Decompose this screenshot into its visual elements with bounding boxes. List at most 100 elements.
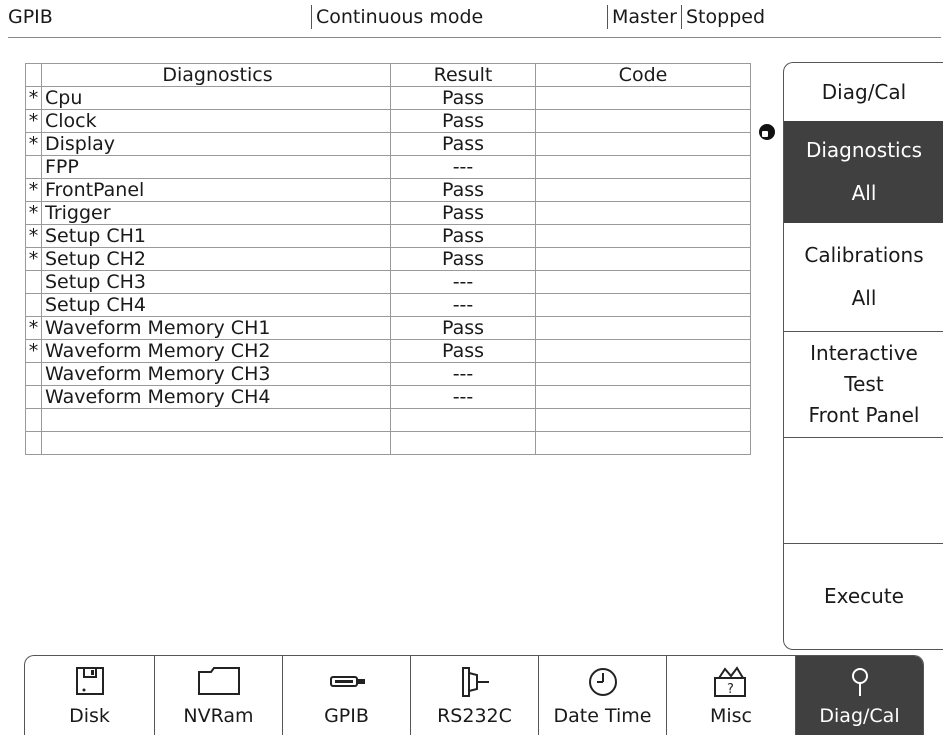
row-result: Pass <box>390 178 536 202</box>
row-result <box>390 431 536 455</box>
row-status-mark <box>25 293 42 317</box>
header-result: Result <box>390 63 536 87</box>
tab-rs232c[interactable]: RS232C <box>411 656 538 735</box>
row-status-mark: * <box>25 132 42 156</box>
table-row: * Setup CH2 Pass <box>25 247 751 271</box>
row-result: --- <box>390 155 536 179</box>
tab-date-time[interactable]: Date Time <box>539 656 666 735</box>
tab-disk[interactable]: Disk <box>25 656 154 735</box>
row-code <box>535 132 751 156</box>
status-bar: GPIB Continuous mode Master Stopped <box>0 0 943 38</box>
row-test-name: Display <box>41 132 391 156</box>
table-row: * Clock Pass <box>25 109 751 133</box>
tab-misc[interactable]: ? Misc <box>667 656 795 735</box>
tab-nvram[interactable]: NVRam <box>155 656 282 735</box>
tab-gpib-label: GPIB <box>324 705 369 727</box>
tab-misc-label: Misc <box>709 705 753 727</box>
row-status-mark: * <box>25 316 42 340</box>
table-row: * Waveform Memory CH1 Pass <box>25 316 751 340</box>
tab-disk-label: Disk <box>69 705 110 727</box>
row-code <box>535 201 751 225</box>
row-status-mark <box>25 385 42 409</box>
row-status-mark <box>25 270 42 294</box>
row-status-mark <box>25 408 42 432</box>
table-row <box>25 408 751 432</box>
row-test-name: Waveform Memory CH4 <box>41 385 391 409</box>
row-result: Pass <box>390 316 536 340</box>
tab-nvram-label: NVRam <box>183 705 254 727</box>
table-row: * Waveform Memory CH2 Pass <box>25 339 751 363</box>
row-test-name <box>41 431 391 455</box>
header-code: Code <box>535 63 751 87</box>
row-code <box>535 362 751 386</box>
diagnostics-scope-label: All <box>851 181 877 205</box>
table-row <box>25 431 751 455</box>
row-status-mark: * <box>25 339 42 363</box>
row-result: Pass <box>390 339 536 363</box>
row-result: Pass <box>390 132 536 156</box>
status-mode: Continuous mode <box>316 6 484 28</box>
row-test-name: FPP <box>41 155 391 179</box>
interactive-label: Interactive <box>810 341 918 365</box>
probe-icon <box>796 666 923 698</box>
row-code <box>535 339 751 363</box>
row-test-name: Setup CH1 <box>41 224 391 248</box>
row-result: Pass <box>390 109 536 133</box>
row-status-mark: * <box>25 178 42 202</box>
row-test-name: Waveform Memory CH3 <box>41 362 391 386</box>
floppy-disk-icon <box>25 666 154 698</box>
side-menu-title-label: Diag/Cal <box>821 79 907 104</box>
calibrations-scope-label: All <box>851 286 877 310</box>
row-code <box>535 247 751 271</box>
table-row: * Display Pass <box>25 132 751 156</box>
row-result: Pass <box>390 86 536 110</box>
row-code <box>535 408 751 432</box>
row-result: Pass <box>390 247 536 271</box>
gpib-connector-icon <box>283 666 410 698</box>
row-test-name: Cpu <box>41 86 391 110</box>
toolbox-icon: ? <box>667 666 795 698</box>
row-code <box>535 86 751 110</box>
table-row: * Setup CH1 Pass <box>25 224 751 248</box>
tab-date-time-label: Date Time <box>553 705 652 727</box>
diagnostics-table: Diagnostics Result Code * Cpu Pass * Clock Pa… <box>25 63 751 455</box>
clock-icon <box>539 666 666 698</box>
tab-diag-cal[interactable]: Diag/Cal <box>796 656 923 735</box>
table-row: Waveform Memory CH4 --- <box>25 385 751 409</box>
table-row: Waveform Memory CH3 --- <box>25 362 751 386</box>
front-panel-label: Front Panel <box>808 403 920 427</box>
row-code <box>535 155 751 179</box>
execute-button[interactable]: Execute <box>784 544 943 649</box>
folder-icon <box>155 666 282 698</box>
status-divider <box>311 5 312 29</box>
row-result: Pass <box>390 224 536 248</box>
status-interface: GPIB <box>8 6 53 28</box>
table-row: FPP --- <box>25 155 751 179</box>
row-test-name: Setup CH4 <box>41 293 391 317</box>
interactive-test-front-panel-button[interactable]: Interactive Test Front Panel <box>784 332 943 437</box>
table-row: Setup CH3 --- <box>25 270 751 294</box>
tab-gpib[interactable]: GPIB <box>283 656 410 735</box>
row-test-name <box>41 408 391 432</box>
bottom-menu: Disk NVRam GPIB RS232C Date Time ? Misc <box>24 655 924 735</box>
status-divider <box>607 5 608 29</box>
row-status-mark <box>25 431 42 455</box>
row-result: --- <box>390 270 536 294</box>
row-test-name: Setup CH2 <box>41 247 391 271</box>
row-code <box>535 178 751 202</box>
table-row: Setup CH4 --- <box>25 293 751 317</box>
row-result <box>390 408 536 432</box>
tab-rs232c-label: RS232C <box>437 705 512 727</box>
calibrations-all-button[interactable]: Calibrations All <box>784 223 943 331</box>
row-code <box>535 109 751 133</box>
row-test-name: Setup CH3 <box>41 270 391 294</box>
status-state: Stopped <box>686 6 766 28</box>
row-code <box>535 431 751 455</box>
row-test-name: Waveform Memory CH1 <box>41 316 391 340</box>
header-mark <box>25 63 42 87</box>
row-status-mark: * <box>25 224 42 248</box>
diagnostics-all-button[interactable]: Diagnostics All <box>784 121 943 223</box>
tab-diag-cal-label: Diag/Cal <box>819 705 900 727</box>
selection-pointer-icon <box>759 124 775 140</box>
row-status-mark <box>25 362 42 386</box>
